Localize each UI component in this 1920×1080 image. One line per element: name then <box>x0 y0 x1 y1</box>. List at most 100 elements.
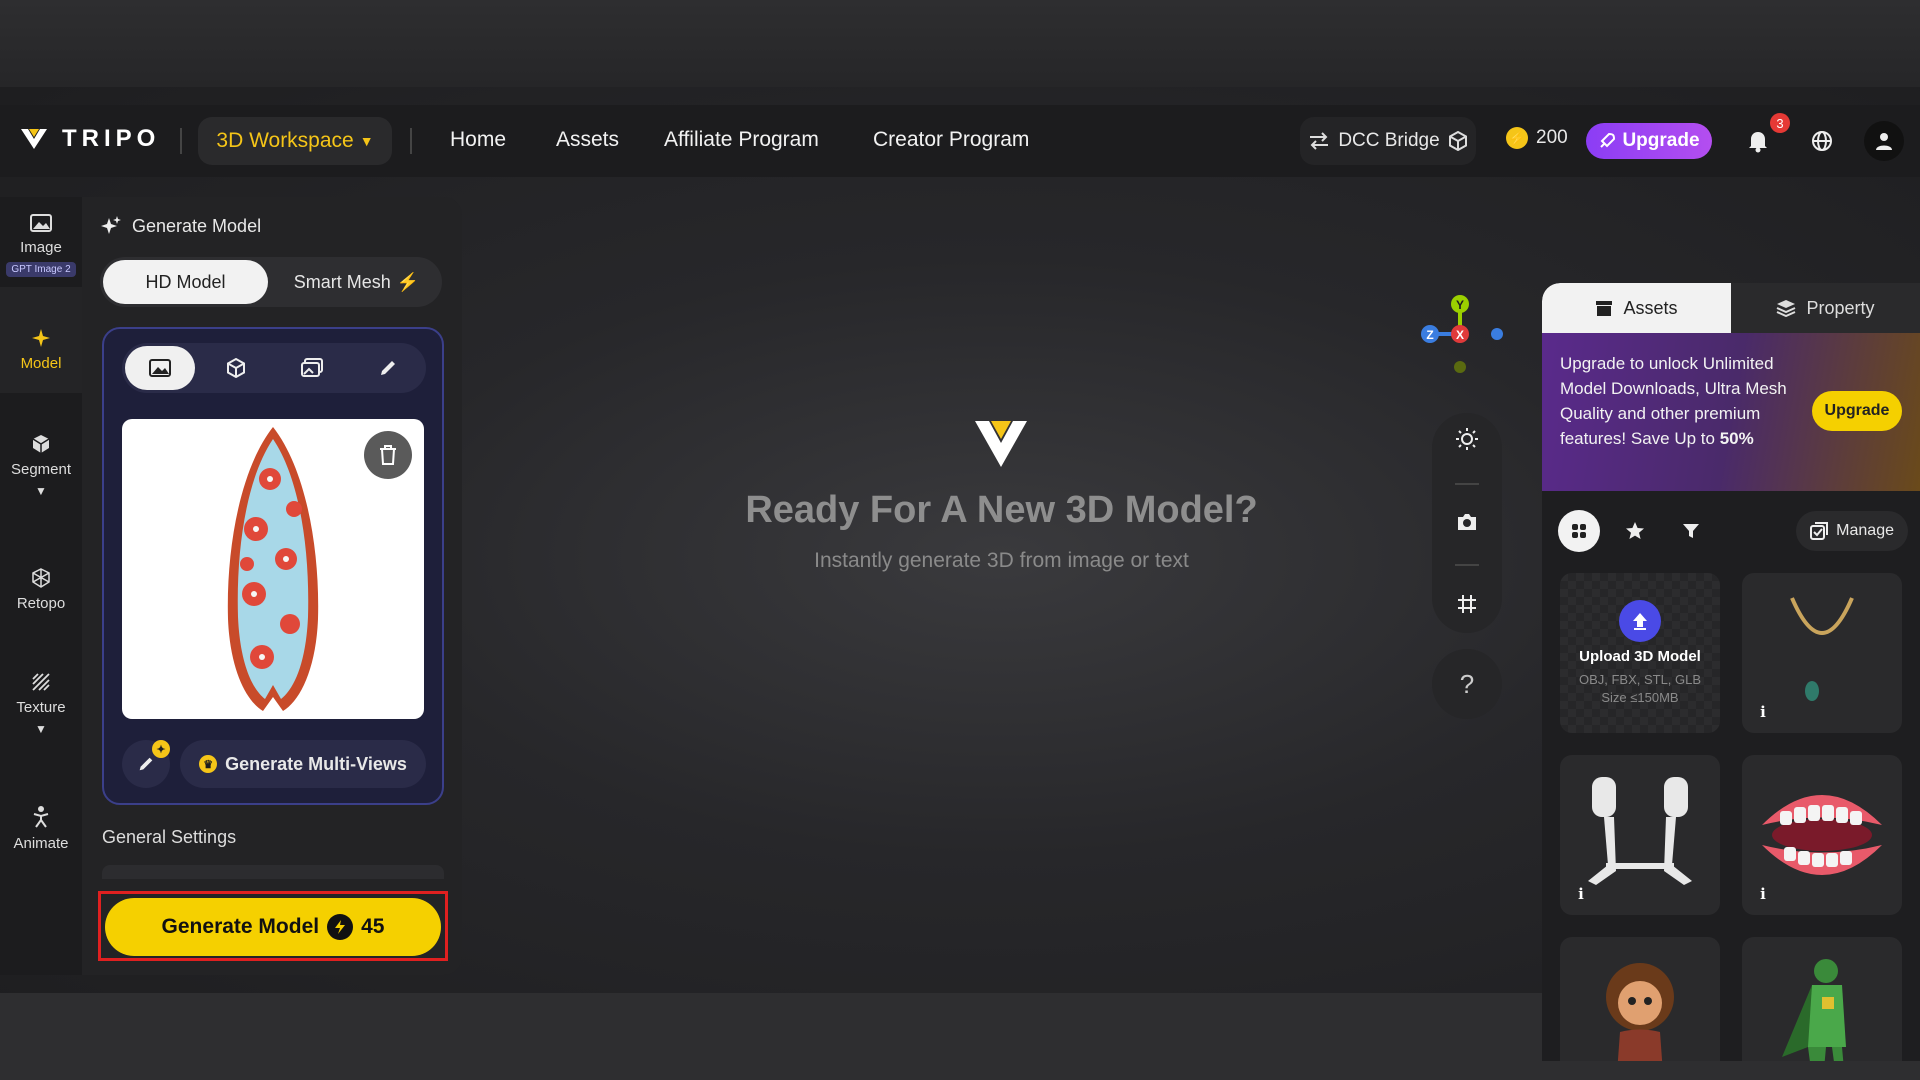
model-type-toggle: HD Model Smart Mesh ⚡ <box>100 257 442 307</box>
caret-down-icon: ▼ <box>359 133 374 149</box>
rail-item-label: Retopo <box>16 595 66 612</box>
grid-toggle-button[interactable] <box>1456 593 1478 620</box>
favorites-filter[interactable] <box>1614 510 1656 552</box>
rail-item-segment[interactable]: Segment ▼ <box>0 433 82 498</box>
mode-3d[interactable] <box>201 346 271 390</box>
user-avatar[interactable] <box>1864 121 1904 161</box>
lighting-button[interactable] <box>1455 427 1479 456</box>
rail-item-image[interactable]: Image GPT Image 2 <box>0 213 82 277</box>
upgrade-button[interactable]: Upgrade <box>1586 123 1712 159</box>
divider <box>1455 563 1479 566</box>
credits-display[interactable]: ⚡ 200 <box>1506 127 1568 149</box>
divider <box>1455 482 1479 485</box>
general-settings-heading[interactable]: General Settings <box>102 827 236 848</box>
tab-smart-mesh[interactable]: Smart Mesh ⚡ <box>274 260 439 304</box>
dcc-bridge-label: DCC Bridge <box>1338 130 1440 151</box>
asset-tile[interactable] <box>1742 937 1902 1061</box>
info-icon[interactable]: i <box>1570 883 1592 905</box>
bell-icon <box>1749 132 1767 153</box>
user-icon <box>1876 133 1892 150</box>
asset-tile[interactable]: i <box>1742 755 1902 915</box>
figure-icon <box>33 806 49 828</box>
screen-top-bar <box>0 0 1920 87</box>
promo-upgrade-button[interactable]: Upgrade <box>1812 391 1902 431</box>
axis-x-label: X <box>1456 328 1464 342</box>
manage-button[interactable]: Manage <box>1796 511 1908 551</box>
grid-icon <box>1458 594 1476 613</box>
mode-image[interactable] <box>125 346 195 390</box>
crown-coin-icon: ♛ <box>199 755 218 773</box>
tab-label: Property <box>1806 297 1875 318</box>
promo-text: Upgrade to unlock Unlimited Model Downlo… <box>1560 351 1805 451</box>
generate-panel: Generate Model HD Model Smart Mesh ⚡ ✦ ♛… <box>82 197 462 975</box>
asset-filters: Manage <box>1558 509 1908 553</box>
manage-label: Manage <box>1836 522 1894 539</box>
info-icon[interactable]: i <box>1752 883 1774 905</box>
manage-icon <box>1810 522 1829 540</box>
layers-icon <box>1777 300 1796 317</box>
mode-multi-image[interactable] <box>277 346 347 390</box>
rail-item-retopo[interactable]: Retopo <box>0 567 82 612</box>
edit-image-button[interactable]: ✦ <box>122 740 170 788</box>
chevron-down-icon[interactable]: ▼ <box>35 722 47 736</box>
panel-title: Generate Model <box>100 215 261 237</box>
filter-button[interactable] <box>1670 510 1712 552</box>
tab-assets[interactable]: Assets <box>1542 283 1731 333</box>
dcc-bridge-button[interactable]: DCC Bridge <box>1300 117 1476 165</box>
tripo-logo[interactable]: TRIPO <box>20 125 160 153</box>
gpt-image-badge: GPT Image 2 <box>6 262 76 277</box>
tab-hd-model[interactable]: HD Model <box>103 260 268 304</box>
top-navigation: TRIPO 3D Workspace ▼ Home Assets Affilia… <box>0 105 1920 177</box>
tab-property[interactable]: Property <box>1731 283 1920 333</box>
upload-3d-model-tile[interactable]: Upload 3D Model OBJ, FBX, STL, GLB Size … <box>1560 573 1720 733</box>
texture-icon <box>32 673 50 691</box>
workspace-label: 3D Workspace <box>216 129 354 152</box>
star-icon <box>1626 522 1644 539</box>
globe-icon <box>1812 131 1832 151</box>
asset-tile[interactable] <box>1560 937 1720 1061</box>
asset-tile[interactable]: i <box>1560 755 1720 915</box>
funnel-icon <box>1683 524 1699 538</box>
generate-multi-views-button[interactable]: ♛ Generate Multi-Views <box>180 740 426 788</box>
axis-y-label: Y <box>1456 298 1464 312</box>
screenshot-button[interactable] <box>1456 512 1478 537</box>
axis-gizmo[interactable]: Y Z X <box>1410 287 1510 387</box>
tripo-logo-icon <box>975 421 1027 467</box>
sparkle-badge-icon: ✦ <box>152 740 170 758</box>
workspace-dropdown[interactable]: 3D Workspace ▼ <box>198 117 392 165</box>
nav-assets[interactable]: Assets <box>556 128 619 152</box>
divider <box>410 128 412 154</box>
upgrade-promo-banner: Upgrade to unlock Unlimited Model Downlo… <box>1542 333 1920 491</box>
upload-size-limit: Size ≤150MB <box>1601 689 1679 705</box>
mesh-icon <box>32 568 50 588</box>
cube-icon <box>32 435 50 453</box>
pencil-icon <box>139 757 153 771</box>
lightning-coin-icon: ⚡ <box>1506 127 1528 149</box>
generate-label: Generate Model <box>161 915 320 938</box>
rail-item-model[interactable]: Model <box>0 327 82 372</box>
input-mode-tabs <box>122 343 426 393</box>
language-button[interactable] <box>1804 123 1840 159</box>
pencil-icon <box>381 361 395 375</box>
right-tabs: Assets Property <box>1542 283 1920 333</box>
nav-home[interactable]: Home <box>450 128 506 152</box>
asset-tile[interactable]: i <box>1742 573 1902 733</box>
chevron-down-icon[interactable]: ▼ <box>35 484 47 498</box>
lightning-icon <box>327 914 354 940</box>
rail-item-texture[interactable]: Texture ▼ <box>0 671 82 736</box>
all-assets-filter[interactable] <box>1558 510 1600 552</box>
rail-item-animate[interactable]: Animate <box>0 805 82 852</box>
sparkle-icon <box>32 329 50 347</box>
mode-text[interactable] <box>353 346 423 390</box>
info-icon[interactable]: i <box>1752 701 1774 723</box>
delete-image-button[interactable] <box>364 431 412 479</box>
upload-title: Upload 3D Model <box>1579 647 1701 665</box>
nav-creator-program[interactable]: Creator Program <box>873 128 1029 152</box>
uploaded-image-preview[interactable] <box>122 419 424 719</box>
upgrade-label: Upgrade <box>1622 130 1700 151</box>
hero-thumbnail <box>1782 959 1846 1061</box>
nav-affiliate-program[interactable]: Affiliate Program <box>664 128 819 152</box>
help-button[interactable]: ? <box>1432 649 1502 719</box>
generate-model-button[interactable]: Generate Model 45 <box>105 898 441 956</box>
upload-icon <box>1619 599 1661 642</box>
